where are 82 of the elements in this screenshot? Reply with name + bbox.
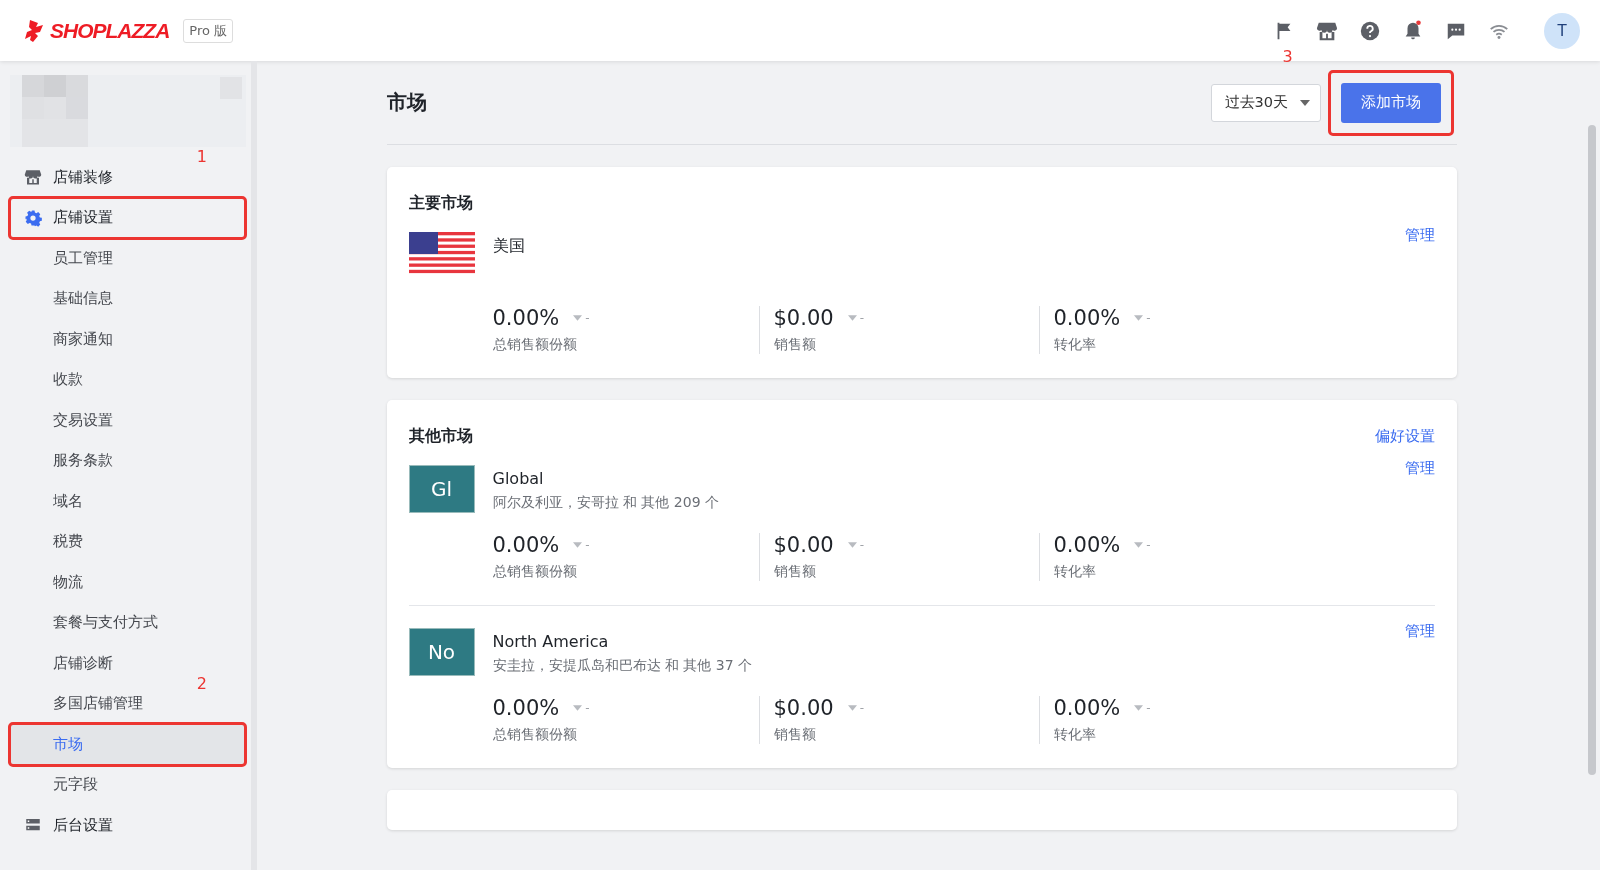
stat-value: 0.00%: [1053, 306, 1121, 330]
sidebar-item[interactable]: 元字段: [10, 764, 98, 805]
callout-number: 3: [1282, 46, 1293, 66]
stat-trend: -: [1146, 701, 1151, 715]
caret-icon: [1134, 315, 1144, 321]
market-name: 美国: [492, 236, 525, 257]
sidebar-item[interactable]: 市场: [10, 724, 245, 765]
sidebar-item[interactable]: 基础信息: [10, 278, 113, 319]
sidebar-item[interactable]: 服务条款: [10, 440, 113, 481]
help-icon[interactable]: [1359, 19, 1381, 42]
store-icon: [24, 168, 42, 187]
stat-trend: -: [859, 538, 864, 552]
page-title: 市场: [386, 89, 427, 116]
stat-value: $0.00: [773, 533, 834, 557]
callout-number: 2: [196, 673, 207, 693]
avatar[interactable]: T: [1544, 12, 1580, 49]
sidebar-item[interactable]: 多国店铺管理: [10, 683, 143, 724]
sidebar-item[interactable]: 收款: [10, 359, 83, 400]
manage-link[interactable]: 管理: [1404, 622, 1435, 641]
stat-label: 转化率: [1053, 336, 1097, 354]
stat-value: 0.00%: [492, 306, 560, 330]
stat-trend: -: [1146, 311, 1151, 325]
stat-label: 总销售额份额: [492, 726, 578, 744]
sidebar-item[interactable]: 物流: [10, 562, 83, 603]
sidebar-item[interactable]: 店铺设置: [10, 197, 245, 238]
sidebar-item[interactable]: 套餐与支付方式: [10, 602, 158, 643]
stat-value: 0.00%: [1053, 696, 1121, 720]
caret-icon: [847, 705, 857, 711]
sidebar-item[interactable]: 税费: [10, 521, 83, 562]
scrollbar[interactable]: [1588, 125, 1596, 775]
stat-label: 转化率: [1053, 563, 1097, 581]
stat-trend: -: [1146, 538, 1151, 552]
stat-value: 0.00%: [492, 533, 560, 557]
period-select[interactable]: 过去30天: [1210, 83, 1321, 122]
sidebar-item[interactable]: 员工管理: [10, 238, 113, 279]
caret-icon: [1299, 99, 1310, 106]
stat-trend: -: [585, 311, 590, 325]
sidebar-item[interactable]: 交易设置: [10, 400, 113, 441]
caret-icon: [573, 315, 583, 321]
stat-value: 0.00%: [1053, 533, 1121, 557]
stat-trend: -: [859, 701, 864, 715]
callout-number: 1: [196, 147, 207, 166]
card-title: 其他市场: [408, 426, 473, 447]
logo-icon: [22, 18, 46, 43]
sidebar-item[interactable]: 商家通知: [10, 319, 113, 360]
stat-value: 0.00%: [492, 696, 560, 720]
stat-label: 总销售额份额: [492, 336, 578, 354]
manage-link[interactable]: 管理: [1404, 459, 1435, 478]
caret-icon: [573, 705, 583, 711]
market-badge: No: [408, 628, 475, 676]
stat-value: $0.00: [773, 696, 834, 720]
stat-trend: -: [859, 311, 864, 325]
sidebar-item[interactable]: 店铺诊断: [10, 643, 113, 684]
logo-text: SHOPLAZZA: [50, 18, 170, 43]
market-regions: 阿尔及利亚，安哥拉 和 其他 209 个: [492, 494, 720, 512]
caret-icon: [847, 542, 857, 548]
caret-icon: [847, 315, 857, 321]
stat-label: 销售额: [773, 336, 817, 354]
sidebar-item[interactable]: 域名: [10, 481, 83, 522]
sidebar-item[interactable]: 后台设置: [10, 805, 113, 846]
plan-badge: Pro 版: [183, 18, 234, 43]
stat-trend: -: [585, 538, 590, 552]
caret-icon: [1134, 542, 1144, 548]
add-market-button[interactable]: 添加市场: [1340, 82, 1441, 123]
sidebar-item[interactable]: 店铺装修: [10, 157, 113, 198]
market-badge: Gl: [408, 465, 475, 513]
market-regions: 安圭拉，安提瓜岛和巴布达 和 其他 37 个: [492, 657, 753, 675]
settings-icon: [24, 208, 42, 227]
manage-link[interactable]: 管理: [1404, 226, 1435, 245]
stat-value: $0.00: [773, 306, 834, 330]
stat-label: 总销售额份额: [492, 563, 578, 581]
stat-label: 销售额: [773, 726, 817, 744]
card-title: 主要市场: [408, 193, 473, 214]
market-name: Global: [492, 469, 545, 488]
stat-label: 转化率: [1053, 726, 1097, 744]
market-name: North America: [492, 632, 610, 651]
preferences-link[interactable]: 偏好设置: [1374, 427, 1435, 446]
caret-icon: [573, 542, 583, 548]
caret-icon: [1134, 705, 1144, 711]
flag-icon: [408, 232, 475, 276]
stat-label: 销售额: [773, 563, 817, 581]
stat-trend: -: [585, 701, 590, 715]
